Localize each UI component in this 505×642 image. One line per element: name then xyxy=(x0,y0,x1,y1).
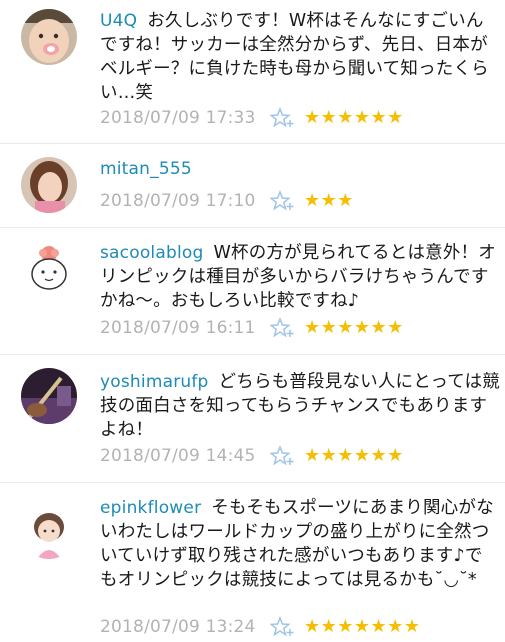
cartoon-face-avatar-icon[interactable] xyxy=(21,239,77,295)
comment-text: mitan_555 xyxy=(100,157,500,181)
star-rating: ★★★★★★ xyxy=(304,317,404,338)
star-rating: ★★★★★★★ xyxy=(304,616,421,637)
username-link[interactable]: sacoolablog xyxy=(100,243,203,263)
divider xyxy=(0,354,505,355)
add-star-icon[interactable] xyxy=(269,444,296,467)
add-star-icon[interactable] xyxy=(269,106,296,129)
comment-meta: 2018/07/09 17:33 ★★★★★★ xyxy=(100,106,404,130)
divider xyxy=(0,143,505,144)
timestamp: 2018/07/09 13:24 xyxy=(100,617,256,637)
add-star-icon[interactable] xyxy=(269,316,296,339)
comment-text: sacoolablog W杯の方が見られてるとは意外！オリンピックは種目が多いから… xyxy=(100,241,500,313)
divider xyxy=(0,482,505,483)
star-rating: ★★★★★★ xyxy=(304,445,404,466)
comment-meta: 2018/07/09 17:10 ★★★ xyxy=(100,189,354,213)
woman-portrait-avatar-icon[interactable] xyxy=(21,157,77,213)
comment-text: epinkflower そもそもスポーツにあまり関心がないわたしはワールドカップの… xyxy=(100,496,500,592)
timestamp: 2018/07/09 17:33 xyxy=(100,108,256,128)
username-link[interactable]: epinkflower xyxy=(100,498,201,518)
comment-text: U4Q お久しぶりです！W杯はそんなにすごいんですね！サッカーは全然分からず、先日… xyxy=(100,9,500,105)
username-link[interactable]: U4Q xyxy=(100,11,137,31)
comment-meta: 2018/07/09 14:45 ★★★★★★ xyxy=(100,444,404,468)
comment-body: お久しぶりです！W杯はそんなにすごいんですね！サッカーは全然分からず、先日、日本… xyxy=(100,11,489,103)
divider xyxy=(0,227,505,228)
add-star-icon[interactable] xyxy=(269,615,296,638)
timestamp: 2018/07/09 17:10 xyxy=(100,191,256,211)
username-link[interactable]: mitan_555 xyxy=(100,159,192,179)
smiling-person-avatar-icon[interactable] xyxy=(21,9,77,65)
timestamp: 2018/07/09 14:45 xyxy=(100,446,256,466)
comment-text: yoshimarufp どちらも普段見ない人にとっては競技の面白さを知ってもらうチ… xyxy=(100,370,500,442)
star-rating: ★★★ xyxy=(304,190,354,211)
add-star-icon[interactable] xyxy=(269,189,296,212)
guitar-photo-avatar-icon[interactable] xyxy=(21,368,77,424)
comment-meta: 2018/07/09 16:11 ★★★★★★ xyxy=(100,316,404,340)
star-rating: ★★★★★★ xyxy=(304,107,404,128)
username-link[interactable]: yoshimarufp xyxy=(100,372,209,392)
comment-meta: 2018/07/09 13:24 ★★★★★★★ xyxy=(100,615,420,639)
timestamp: 2018/07/09 16:11 xyxy=(100,318,256,338)
illustrated-girl-avatar-icon[interactable] xyxy=(21,503,77,559)
